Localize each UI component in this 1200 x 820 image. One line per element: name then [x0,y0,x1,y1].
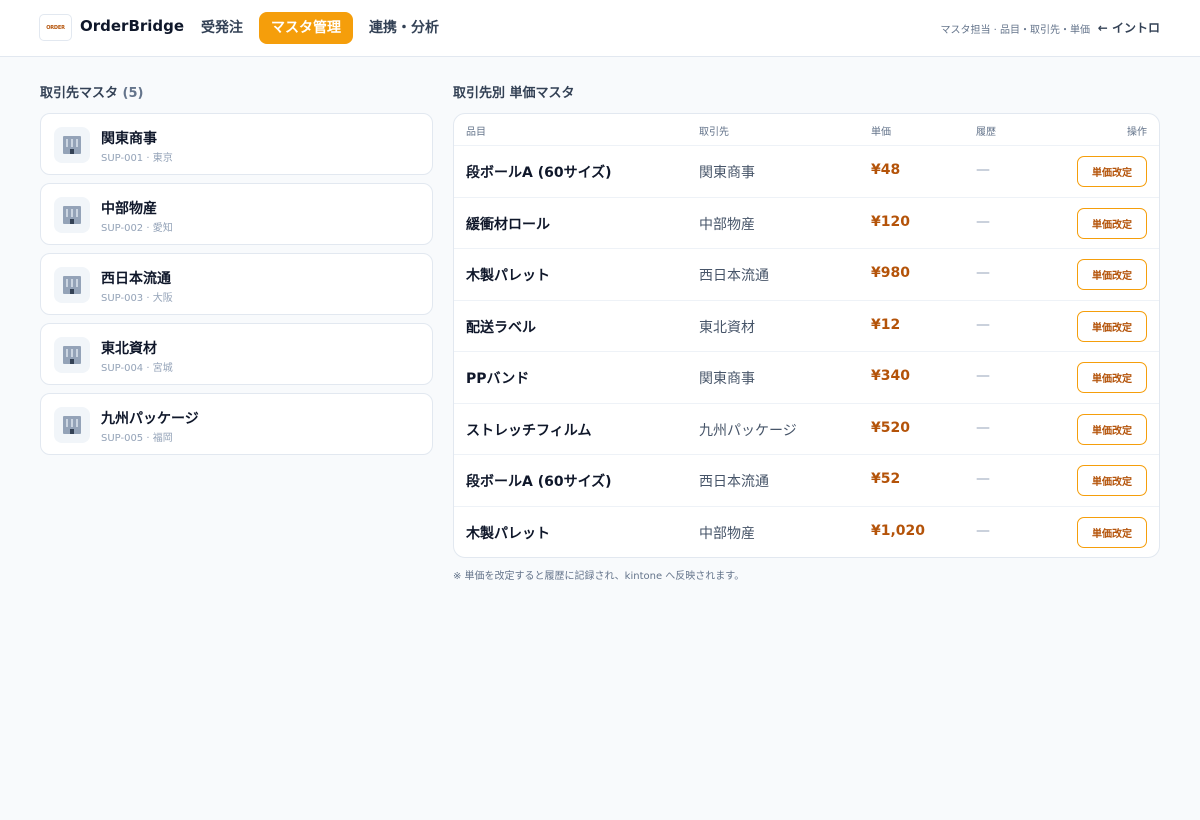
price-footnote: ※ 単価を改定すると履歴に記録され、kintone へ反映されます。 [453,571,745,582]
history-cell: — [976,162,990,178]
supplier-name: 中部物産 [101,201,157,217]
supplier-card[interactable]: 西日本流通 SUP-003 · 大阪 [40,253,433,315]
building-icon [54,197,90,233]
price-cell: ¥520 [871,420,910,436]
supplier-cell: 西日本流通 [699,474,769,490]
supplier-meta: SUP-004 · 宮城 [101,363,173,374]
price-cell: ¥48 [871,162,901,178]
revise-price-button[interactable]: 単価改定 [1077,362,1147,393]
revise-price-button[interactable]: 単価改定 [1077,517,1147,548]
column-header-action: 操作 [1127,127,1147,138]
item-cell: PPバンド [466,371,530,387]
revise-price-button[interactable]: 単価改定 [1077,259,1147,290]
top-header: ORDER OrderBridge 受発注 マスタ管理 連携・分析 マスタ担当 … [0,0,1200,57]
table-row: PPバンド 関東商事 ¥340 — 単価改定 [454,351,1159,403]
revise-price-button[interactable]: 単価改定 [1077,465,1147,496]
building-icon [54,127,90,163]
nav-tab-orders[interactable]: 受発注 [189,12,255,44]
history-cell: — [976,523,990,539]
supplier-master-title: 取引先マスタ (5) [40,82,143,101]
item-cell: 段ボールA (60サイズ) [466,474,612,490]
history-cell: — [976,471,990,487]
revise-price-button[interactable]: 単価改定 [1077,311,1147,342]
nav-tab-integration[interactable]: 連携・分析 [357,12,451,44]
history-cell: — [976,420,990,436]
supplier-name: 九州パッケージ [101,411,199,427]
supplier-cell: 関東商事 [699,165,755,181]
column-header-supplier: 取引先 [699,127,729,138]
supplier-card[interactable]: 九州パッケージ SUP-005 · 福岡 [40,393,433,455]
price-cell: ¥120 [871,214,910,230]
table-row: 段ボールA (60サイズ) 関東商事 ¥48 — 単価改定 [454,145,1159,197]
supplier-cell: 中部物産 [699,217,755,233]
supplier-name: 西日本流通 [101,271,171,287]
column-header-price: 単価 [871,127,891,138]
price-cell: ¥340 [871,368,910,384]
price-cell: ¥980 [871,265,910,281]
price-table: 品目 取引先 単価 履歴 操作 段ボールA (60サイズ) 関東商事 ¥48 —… [453,113,1160,558]
logo[interactable]: ORDER [39,14,72,41]
table-row: 木製パレット 中部物産 ¥1,020 — 単価改定 [454,506,1159,557]
supplier-meta: SUP-001 · 東京 [101,153,173,164]
supplier-meta: SUP-002 · 愛知 [101,223,173,234]
brand-name[interactable]: OrderBridge [80,17,184,35]
table-row: 緩衝材ロール 中部物産 ¥120 — 単価改定 [454,197,1159,249]
column-header-history: 履歴 [976,127,996,138]
price-cell: ¥52 [871,471,901,487]
item-cell: 緩衝材ロール [466,217,550,233]
supplier-meta: SUP-005 · 福岡 [101,433,173,444]
supplier-cell: 九州パッケージ [699,423,797,439]
supplier-name: 関東商事 [101,131,157,147]
supplier-cell: 西日本流通 [699,268,769,284]
table-row: 木製パレット 西日本流通 ¥980 — 単価改定 [454,248,1159,300]
revise-price-button[interactable]: 単価改定 [1077,208,1147,239]
logo-text: ORDER [46,24,65,31]
revise-price-button[interactable]: 単価改定 [1077,156,1147,187]
item-cell: 木製パレット [466,526,550,542]
item-cell: 木製パレット [466,268,550,284]
supplier-master-title-text: 取引先マスタ [40,86,119,101]
supplier-card[interactable]: 東北資材 SUP-004 · 宮城 [40,323,433,385]
supplier-meta: SUP-003 · 大阪 [101,293,173,304]
supplier-count: (5) [122,86,144,101]
supplier-name: 東北資材 [101,341,157,357]
building-icon [54,267,90,303]
table-row: 配送ラベル 東北資材 ¥12 — 単価改定 [454,300,1159,352]
price-master-title: 取引先別 単価マスタ [453,86,575,101]
column-header-item: 品目 [466,127,486,138]
table-row: ストレッチフィルム 九州パッケージ ¥520 — 単価改定 [454,403,1159,455]
table-row: 段ボールA (60サイズ) 西日本流通 ¥52 — 単価改定 [454,454,1159,506]
building-icon [54,337,90,373]
role-context: マスタ担当 · 品目・取引先・単価 [940,25,1090,36]
price-cell: ¥1,020 [871,523,926,539]
history-cell: — [976,265,990,281]
item-cell: ストレッチフィルム [466,423,592,439]
supplier-cell: 中部物産 [699,526,755,542]
intro-link[interactable]: ← イントロ [1098,19,1160,36]
supplier-cell: 東北資材 [699,320,755,336]
revise-price-button[interactable]: 単価改定 [1077,414,1147,445]
history-cell: — [976,368,990,384]
item-cell: 段ボールA (60サイズ) [466,165,612,181]
item-cell: 配送ラベル [466,320,536,336]
history-cell: — [976,214,990,230]
price-cell: ¥12 [871,317,901,333]
history-cell: — [976,317,990,333]
building-icon [54,407,90,443]
supplier-cell: 関東商事 [699,371,755,387]
supplier-card[interactable]: 関東商事 SUP-001 · 東京 [40,113,433,175]
nav-tab-master[interactable]: マスタ管理 [259,12,353,44]
supplier-card[interactable]: 中部物産 SUP-002 · 愛知 [40,183,433,245]
